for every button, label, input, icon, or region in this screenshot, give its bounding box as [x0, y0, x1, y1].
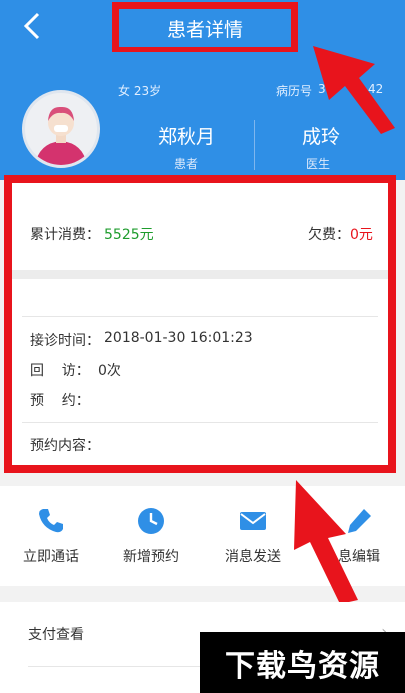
separator-line: [22, 422, 378, 423]
separator-line: [22, 316, 378, 317]
back-button[interactable]: [18, 10, 48, 42]
visit-time-label: 接诊时间：: [30, 333, 100, 349]
mail-icon: [240, 512, 266, 530]
debt-value: 0元: [350, 227, 373, 243]
clock-icon: [138, 508, 164, 534]
gender-age: 女 23岁: [118, 84, 162, 98]
avatar: [22, 90, 100, 168]
info-highlight-box: [4, 175, 396, 473]
patient-name: 郑秋月: [158, 126, 216, 148]
add-appointment-button[interactable]: 新增预约: [106, 500, 196, 580]
visit-time-value: 2018-01-30 16:01:23: [104, 330, 253, 346]
call-label: 立即通话: [23, 549, 79, 565]
doctor-role: 医生: [306, 157, 331, 171]
title-highlight-box: 患者详情: [112, 2, 298, 54]
followup-value: 0次: [98, 363, 121, 379]
total-spend-value: 5525元: [104, 227, 154, 243]
debt-label: 欠费：: [308, 227, 350, 243]
phone-icon: [39, 509, 63, 533]
screen: 患者详情 女 23岁 病历号 3 42 郑秋月 患者 成玲 医生 累计消费： 5…: [0, 0, 405, 693]
payment-label: 支付查看: [28, 627, 84, 643]
appointment-content-label: 预约内容：: [30, 438, 100, 454]
total-spend-label: 累计消费：: [30, 227, 100, 243]
arrow-annotation-bottom: [294, 480, 358, 604]
add-appointment-label: 新增预约: [123, 549, 179, 565]
profile-divider: [254, 120, 255, 170]
call-button[interactable]: 立即通话: [6, 500, 96, 580]
chevron-left-icon: [23, 12, 40, 40]
person-icon: [35, 106, 87, 165]
patient-role: 患者: [174, 157, 199, 171]
appointment-label: 预 约：: [30, 393, 90, 409]
section-gap: [12, 270, 388, 279]
page-title: 患者详情: [166, 18, 243, 41]
watermark: 下载鸟资源: [200, 632, 405, 693]
watermark-text: 下载鸟资源: [225, 648, 380, 684]
arrow-annotation-top: [313, 46, 395, 134]
followup-label: 回 访：: [30, 363, 90, 379]
